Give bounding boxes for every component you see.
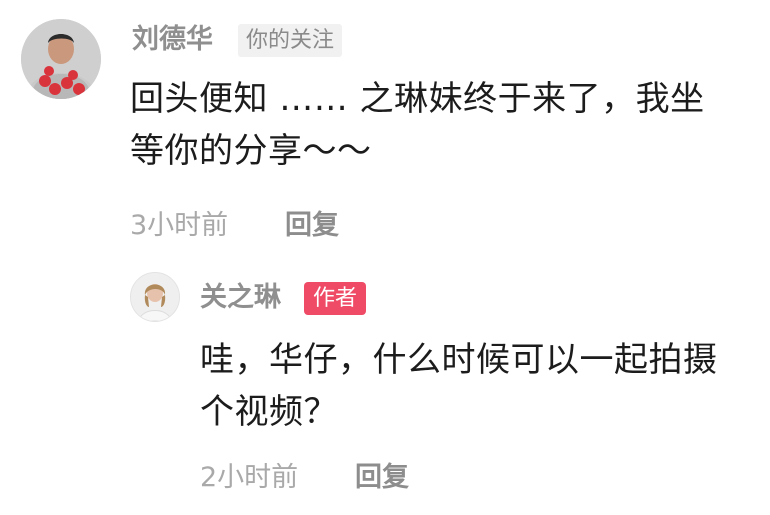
avatar-reply-author[interactable] <box>130 272 180 322</box>
comment-text: 回头便知 …… 之琳妹终于来了，我坐 等你的分享～～ <box>130 73 705 177</box>
reply-button[interactable]: 回复 <box>355 464 409 491</box>
following-badge: 你的关注 <box>238 24 343 57</box>
user-avatar-icon <box>131 273 179 321</box>
comment-timestamp: 3小时前 <box>130 210 229 241</box>
user-avatar-icon <box>21 19 101 99</box>
reply-timestamp: 2小时前 <box>200 462 299 493</box>
reply-text-line: 哇，华仔，什么时候可以一起拍摄 <box>200 340 718 380</box>
reply-text: 哇，华仔，什么时候可以一起拍摄 个视频？ <box>200 334 718 438</box>
reply-text-line: 个视频？ <box>200 392 338 432</box>
comment-text-line: 等你的分享～～ <box>130 131 372 171</box>
reply-author-name[interactable]: 关之琳 <box>200 284 281 311</box>
reply-button[interactable]: 回复 <box>285 212 339 239</box>
comment-author-name[interactable]: 刘德华 <box>132 26 213 53</box>
avatar-comment-author[interactable] <box>21 19 101 99</box>
author-badge: 作者 <box>304 282 367 315</box>
comment-text-line: 回头便知 …… 之琳妹终于来了，我坐 <box>130 79 705 119</box>
